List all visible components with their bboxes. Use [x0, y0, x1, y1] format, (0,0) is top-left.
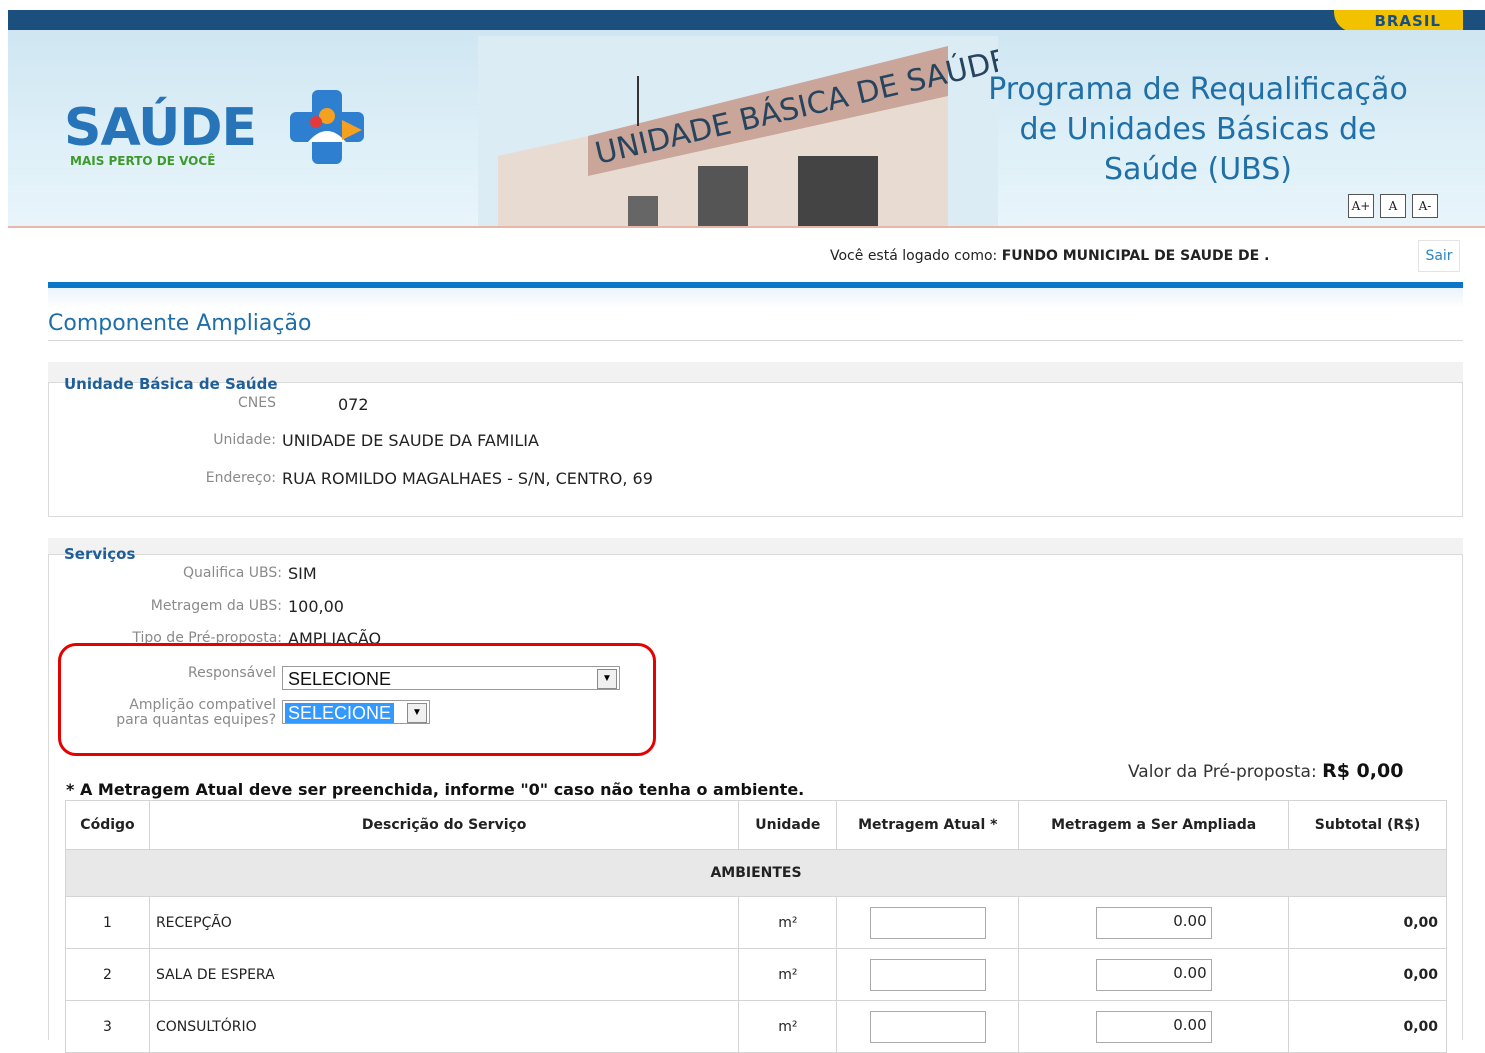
row-metragem-atual-cell — [836, 1000, 1020, 1053]
valor-value: R$ 0,00 — [1322, 760, 1404, 782]
brasil-badge[interactable]: BRASIL — [1334, 10, 1463, 32]
valor-preproposta: Valor da Pré-proposta: R$ 0,00 — [1128, 760, 1403, 782]
cnes-label: CNES — [238, 395, 276, 411]
row-description: SALA DE ESPERA — [148, 948, 740, 1001]
row-metragem-ampliada-cell: 0.00 — [1018, 948, 1290, 1001]
equipes-select[interactable]: SELECIONE ▼ — [282, 700, 430, 724]
table-group-row: AMBIENTES — [65, 849, 1447, 897]
row-subtotal: 0,00 — [1288, 896, 1447, 949]
metragem-ampliada-input[interactable]: 0.00 — [1095, 906, 1212, 939]
valor-label: Valor da Pré-proposta: — [1128, 762, 1317, 782]
row-metragem-atual-cell — [836, 948, 1020, 1001]
row-unit: m² — [738, 1000, 838, 1053]
row-metragem-atual-cell — [836, 896, 1020, 949]
metragem-value: 100,00 — [288, 597, 344, 616]
gov-top-bar: BRASIL — [8, 10, 1485, 32]
table-row: 2 SALA DE ESPERA m² 0.00 0,00 — [65, 948, 1447, 1001]
row-metragem-ampliada-cell: 0.00 — [1018, 896, 1290, 949]
header-banner: SAÚDE MAIS PERTO DE VOCÊ UNIDADE BÁSICA … — [8, 30, 1485, 228]
metragem-atual-input[interactable] — [869, 1010, 986, 1043]
metragem-ampliada-input[interactable]: 0.00 — [1095, 958, 1212, 991]
chevron-down-icon[interactable]: ▼ — [407, 703, 427, 723]
row-metragem-ampliada-cell: 0.00 — [1018, 1000, 1290, 1053]
row-subtotal: 0,00 — [1288, 948, 1447, 1001]
responsavel-selected-value: SELECIONE — [288, 669, 392, 689]
table-row: 1 RECEPÇÃO m² 0.00 0,00 — [65, 896, 1447, 949]
col-header-descricao: Descrição do Serviço — [148, 800, 740, 850]
endereco-label: Endereço: — [205, 470, 276, 486]
chevron-down-icon[interactable]: ▼ — [597, 669, 617, 689]
ubs-building-image: UNIDADE BÁSICA DE SAÚDE — [478, 36, 998, 226]
program-title-line-2: de Unidades Básicas de — [1019, 112, 1377, 147]
row-unit: m² — [738, 896, 838, 949]
col-header-metragem-atual: Metragem Atual * — [836, 800, 1020, 850]
row-subtotal: 0,00 — [1288, 1000, 1447, 1053]
program-title: Programa de Requalificação de Unidades B… — [968, 70, 1428, 190]
qualifica-value: SIM — [288, 564, 317, 583]
tipo-label: Tipo de Pré-proposta: — [132, 630, 282, 644]
title-divider — [48, 340, 1463, 341]
responsavel-select[interactable]: SELECIONE ▼ — [282, 666, 620, 690]
equipes-label: Amplição compativel para quantas equipes… — [70, 698, 276, 728]
row-description: RECEPÇÃO — [148, 896, 740, 949]
font-reset-button[interactable]: A — [1380, 194, 1406, 218]
row-unit: m² — [738, 948, 838, 1001]
col-header-codigo: Código — [65, 800, 150, 850]
font-size-controls: A+ A A- — [1348, 194, 1438, 218]
program-title-line-1: Programa de Requalificação — [988, 72, 1408, 107]
font-decrease-button[interactable]: A- — [1412, 194, 1438, 218]
servicos-table: Código Descrição do Serviço Unidade Metr… — [65, 800, 1447, 1053]
row-description: CONSULTÓRIO — [148, 1000, 740, 1053]
equipes-label-line-2: para quantas equipes? — [116, 712, 276, 728]
logout-button[interactable]: Sair — [1418, 240, 1460, 272]
table-row: 3 CONSULTÓRIO m² 0.00 0,00 — [65, 1000, 1447, 1053]
col-header-unidade: Unidade — [738, 800, 838, 850]
endereco-value: RUA ROMILDO MAGALHAES - S/N, CENTRO, 69 — [282, 469, 653, 488]
metragem-atual-input[interactable] — [869, 958, 986, 991]
ubs-legend: Unidade Básica de Saúde — [64, 375, 278, 393]
saude-cross-icon — [290, 90, 364, 164]
col-header-metragem-ampliada: Metragem a Ser Ampliada — [1018, 800, 1290, 850]
unidade-value: UNIDADE DE SAUDE DA FAMILIA — [282, 431, 539, 450]
col-header-subtotal: Subtotal (R$) — [1288, 800, 1447, 850]
logged-user-info: Você está logado como: FUNDO MUNICIPAL D… — [830, 248, 1269, 264]
servicos-legend: Serviços — [64, 545, 136, 563]
program-title-line-3: Saúde (UBS) — [1104, 152, 1292, 187]
logged-as-label: Você está logado como: — [830, 248, 1002, 264]
metragem-label: Metragem da UBS: — [150, 598, 282, 614]
logged-user-name: FUNDO MUNICIPAL DE SAUDE DE . — [1001, 248, 1270, 264]
cnes-value: 072 — [338, 395, 369, 414]
saude-logo-text: SAÚDE — [64, 98, 257, 158]
equipes-label-line-1: Amplição compativel — [129, 697, 276, 713]
font-increase-button[interactable]: A+ — [1348, 194, 1374, 218]
unidade-label: Unidade: — [213, 432, 276, 448]
row-code: 3 — [65, 1000, 150, 1053]
content-top-gradient — [48, 288, 1463, 308]
table-header-row: Código Descrição do Serviço Unidade Metr… — [65, 800, 1447, 850]
servicos-fieldset-band — [48, 538, 1463, 554]
responsavel-label: Responsável — [188, 665, 276, 681]
metragem-ampliada-input[interactable]: 0.00 — [1095, 1010, 1212, 1043]
equipes-selected-value: SELECIONE — [285, 703, 395, 723]
metragem-note: * A Metragem Atual deve ser preenchida, … — [66, 780, 805, 799]
page-title: Componente Ampliação — [48, 311, 312, 336]
qualifica-label: Qualifica UBS: — [182, 565, 282, 581]
saude-logo-subtitle: MAIS PERTO DE VOCÊ — [70, 154, 216, 168]
metragem-atual-input[interactable] — [869, 906, 986, 939]
row-code: 1 — [65, 896, 150, 949]
row-code: 2 — [65, 948, 150, 1001]
group-ambientes: AMBIENTES — [65, 849, 1447, 897]
